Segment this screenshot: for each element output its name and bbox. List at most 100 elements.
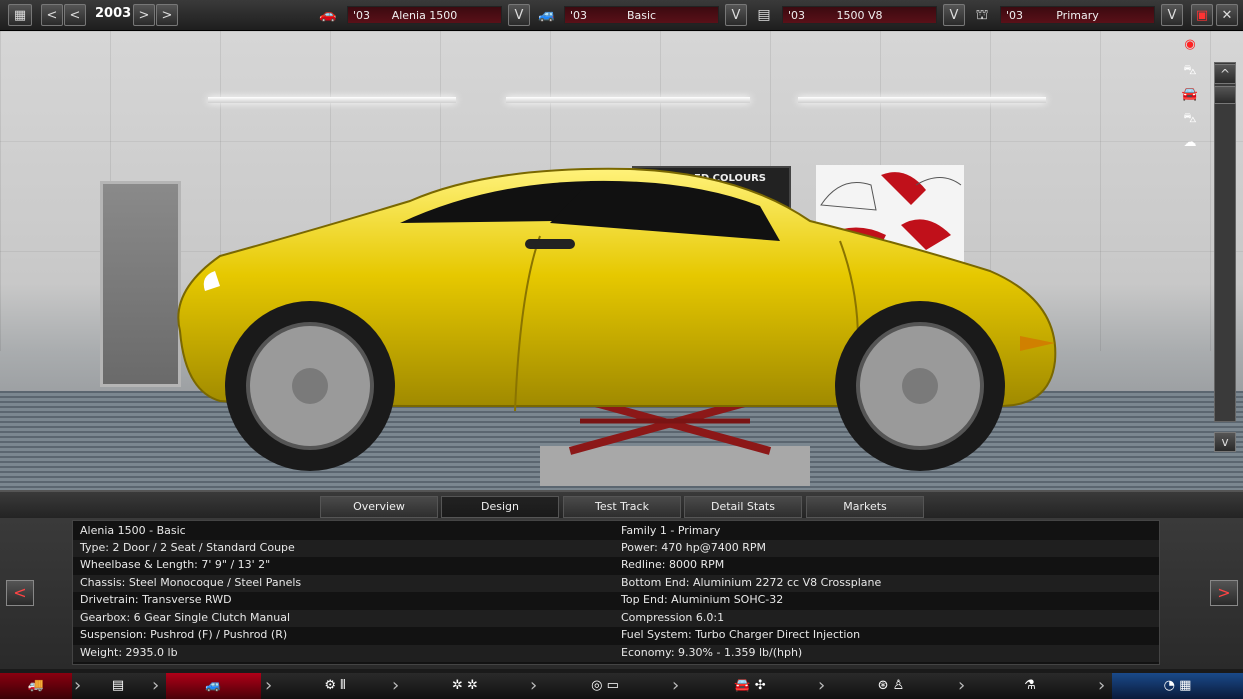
chevron-right-icon: › — [818, 675, 826, 696]
info-row: Drivetrain: Transverse RWD Top End: Alum… — [73, 592, 1159, 609]
car-model-name: Alenia 1500 — [391, 9, 458, 22]
tab-detail-stats[interactable]: Detail Stats — [684, 496, 802, 518]
chevron-right-icon: › — [265, 675, 273, 696]
body-aero-nav-button[interactable]: 🚘 ✣ — [690, 673, 810, 699]
engine-family-icon: ⛫ — [975, 7, 989, 23]
info-right-cell: Bottom End: Aluminium 2272 cc V8 Crosspl… — [621, 576, 882, 589]
company-nav-button[interactable]: 🚚 — [0, 673, 72, 699]
year-prev-button[interactable]: < — [64, 4, 86, 26]
suspension-nav-button[interactable]: ⚗ — [975, 673, 1085, 699]
tab-test-track[interactable]: Test Track — [563, 496, 681, 518]
bottom-nav-bar: 🚚 › ▤ › 🚙 › ⚙ ⫴ › ✲ ✲ › ◎ ▭ › 🚘 ✣ › ⊛ ♙ … — [0, 673, 1243, 699]
year-prev-fast-button[interactable]: < — [41, 4, 63, 26]
wheels-nav-button[interactable]: ✲ ✲ — [410, 673, 520, 699]
view-scrollbar[interactable] — [1214, 62, 1236, 422]
info-row: Weight: 2935.0 lb Economy: 9.30% - 1.359… — [73, 645, 1159, 662]
tab-overview[interactable]: Overview — [320, 496, 438, 518]
car-model-icon: 🚗 — [319, 7, 337, 23]
car-viewport[interactable]: ED COLOURS ◉ ⛍ 🚘 ⛍ ☁ — [0, 31, 1243, 490]
chassis-nav-button[interactable]: ▤ — [88, 673, 148, 699]
info-right-cell: Top End: Aluminium SOHC-32 — [621, 593, 784, 606]
view-front-icon[interactable]: ⛍ — [1170, 63, 1210, 81]
info-left-cell: Weight: 2935.0 lb — [80, 646, 178, 659]
view-top-icon[interactable]: ☁ — [1170, 135, 1210, 153]
info-left-cell: Alenia 1500 - Basic — [80, 524, 186, 537]
car-model-dropdown-button[interactable]: V — [508, 4, 530, 26]
info-row: Alenia 1500 - Basic Family 1 - Primary — [73, 523, 1159, 540]
info-left-cell: Type: 2 Door / 2 Seat / Standard Coupe — [80, 541, 295, 554]
car-design-icon: 🚙 — [205, 678, 222, 693]
close-icon[interactable]: ✕ — [1216, 4, 1238, 26]
interior-nav-button[interactable]: ⊛ ♙ — [836, 673, 946, 699]
car-info-panel: Alenia 1500 - Basic Family 1 - Primary T… — [72, 520, 1160, 665]
engine-name: 1500 V8 — [836, 9, 883, 22]
info-left-cell: Drivetrain: Transverse RWD — [80, 593, 232, 606]
wheels-icon: ✲ ✲ — [452, 678, 478, 693]
info-row: Type: 2 Door / 2 Seat / Standard Coupe P… — [73, 540, 1159, 557]
view-side-icon[interactable]: 🚘 — [1170, 87, 1210, 105]
info-left-cell: Wheelbase & Length: 7' 9" / 13' 2" — [80, 558, 271, 571]
info-right-cell: Fuel System: Turbo Charger Direct Inject… — [621, 628, 861, 641]
engine-select[interactable]: '03 1500 V8 — [782, 6, 937, 24]
info-left-cell: Suspension: Pushrod (F) / Pushrod (R) — [80, 628, 288, 641]
tab-design[interactable]: Design — [441, 496, 559, 518]
info-right-cell: Power: 470 hp@7400 RPM — [621, 541, 766, 554]
view-rear-icon[interactable]: ⛍ — [1170, 111, 1210, 129]
company-icon: 🚚 — [27, 678, 45, 693]
engine-family-dropdown-button[interactable]: V — [1161, 4, 1183, 26]
engine-gear-icon: ⚙ ⫴ — [324, 678, 346, 693]
brakes-icon: ◎ ▭ — [591, 678, 619, 693]
info-right-cell: Redline: 8000 RPM — [621, 558, 725, 571]
chevron-right-icon: › — [392, 675, 400, 696]
engine-nav-button[interactable]: ⚙ ⫴ — [285, 673, 385, 699]
suspension-icon: ⚗ — [1024, 678, 1036, 693]
info-row: Gearbox: 6 Gear Single Clutch Manual Com… — [73, 610, 1159, 627]
info-right-cell: Family 1 - Primary — [621, 524, 721, 537]
current-year: 2003 — [95, 6, 132, 21]
trim-icon: 🚙 — [538, 7, 556, 23]
info-right-cell: Economy: 9.30% - 1.359 lb/(hph) — [621, 646, 803, 659]
body-fan-icon: 🚘 ✣ — [734, 678, 766, 693]
ceiling-light — [208, 97, 456, 103]
tab-markets[interactable]: Markets — [806, 496, 924, 518]
info-right-cell: Compression 6.0:1 — [621, 611, 725, 624]
trim-name: Basic — [626, 9, 657, 22]
gauge-flag-icon: ◔ ▦ — [1163, 678, 1192, 693]
info-row: Suspension: Pushrod (F) / Pushrod (R) Fu… — [73, 627, 1159, 644]
top-toolbar: ▦ < < 2003 > > 🚗 '03 Alenia 1500 V 🚙 '03… — [0, 0, 1243, 31]
car-model — [177, 167, 1057, 471]
car-design-nav-button[interactable]: 🚙 — [166, 673, 261, 699]
trim-dropdown-button[interactable]: V — [725, 4, 747, 26]
ceiling-light — [798, 97, 1046, 103]
chevron-right-icon: › — [958, 675, 966, 696]
tab-bar: Overview Design Test Track Detail Stats … — [0, 490, 1243, 520]
save-icon[interactable]: ▣ — [1191, 4, 1213, 26]
engine-family-select[interactable]: '03 Primary — [1000, 6, 1155, 24]
prev-page-button[interactable]: < — [6, 580, 34, 606]
next-page-button[interactable]: > — [1210, 580, 1238, 606]
chassis-icon: ▤ — [111, 678, 125, 693]
chevron-right-icon: › — [1098, 675, 1106, 696]
car-model-select[interactable]: '03 Alenia 1500 — [347, 6, 502, 24]
engine-dropdown-button[interactable]: V — [943, 4, 965, 26]
engine-icon: ▤ — [757, 7, 771, 23]
chevron-right-icon: › — [530, 675, 538, 696]
engine-family-name: Primary — [1056, 9, 1099, 22]
scroll-up-button[interactable]: ^ — [1214, 64, 1236, 84]
year-next-fast-button[interactable]: > — [156, 4, 178, 26]
scroll-down-button[interactable]: v — [1214, 432, 1236, 452]
info-left-cell: Chassis: Steel Monocoque / Steel Panels — [80, 576, 302, 589]
screenshot-camera-icon[interactable]: ◉ — [1170, 37, 1210, 55]
trim-select[interactable]: '03 Basic — [564, 6, 719, 24]
brakes-nav-button[interactable]: ◎ ▭ — [550, 673, 660, 699]
chevron-right-icon: › — [74, 675, 82, 696]
info-row: Wheelbase & Length: 7' 9" / 13' 2" Redli… — [73, 557, 1159, 574]
calendar-icon[interactable]: ▦ — [8, 4, 32, 26]
info-left-cell: Gearbox: 6 Gear Single Clutch Manual — [80, 611, 291, 624]
testing-nav-button[interactable]: ◔ ▦ — [1112, 673, 1243, 699]
chevron-right-icon: › — [152, 675, 160, 696]
info-row: Chassis: Steel Monocoque / Steel Panels … — [73, 575, 1159, 592]
year-next-button[interactable]: > — [133, 4, 155, 26]
scroll-handle[interactable] — [1214, 86, 1236, 104]
ceiling-light — [506, 97, 750, 103]
